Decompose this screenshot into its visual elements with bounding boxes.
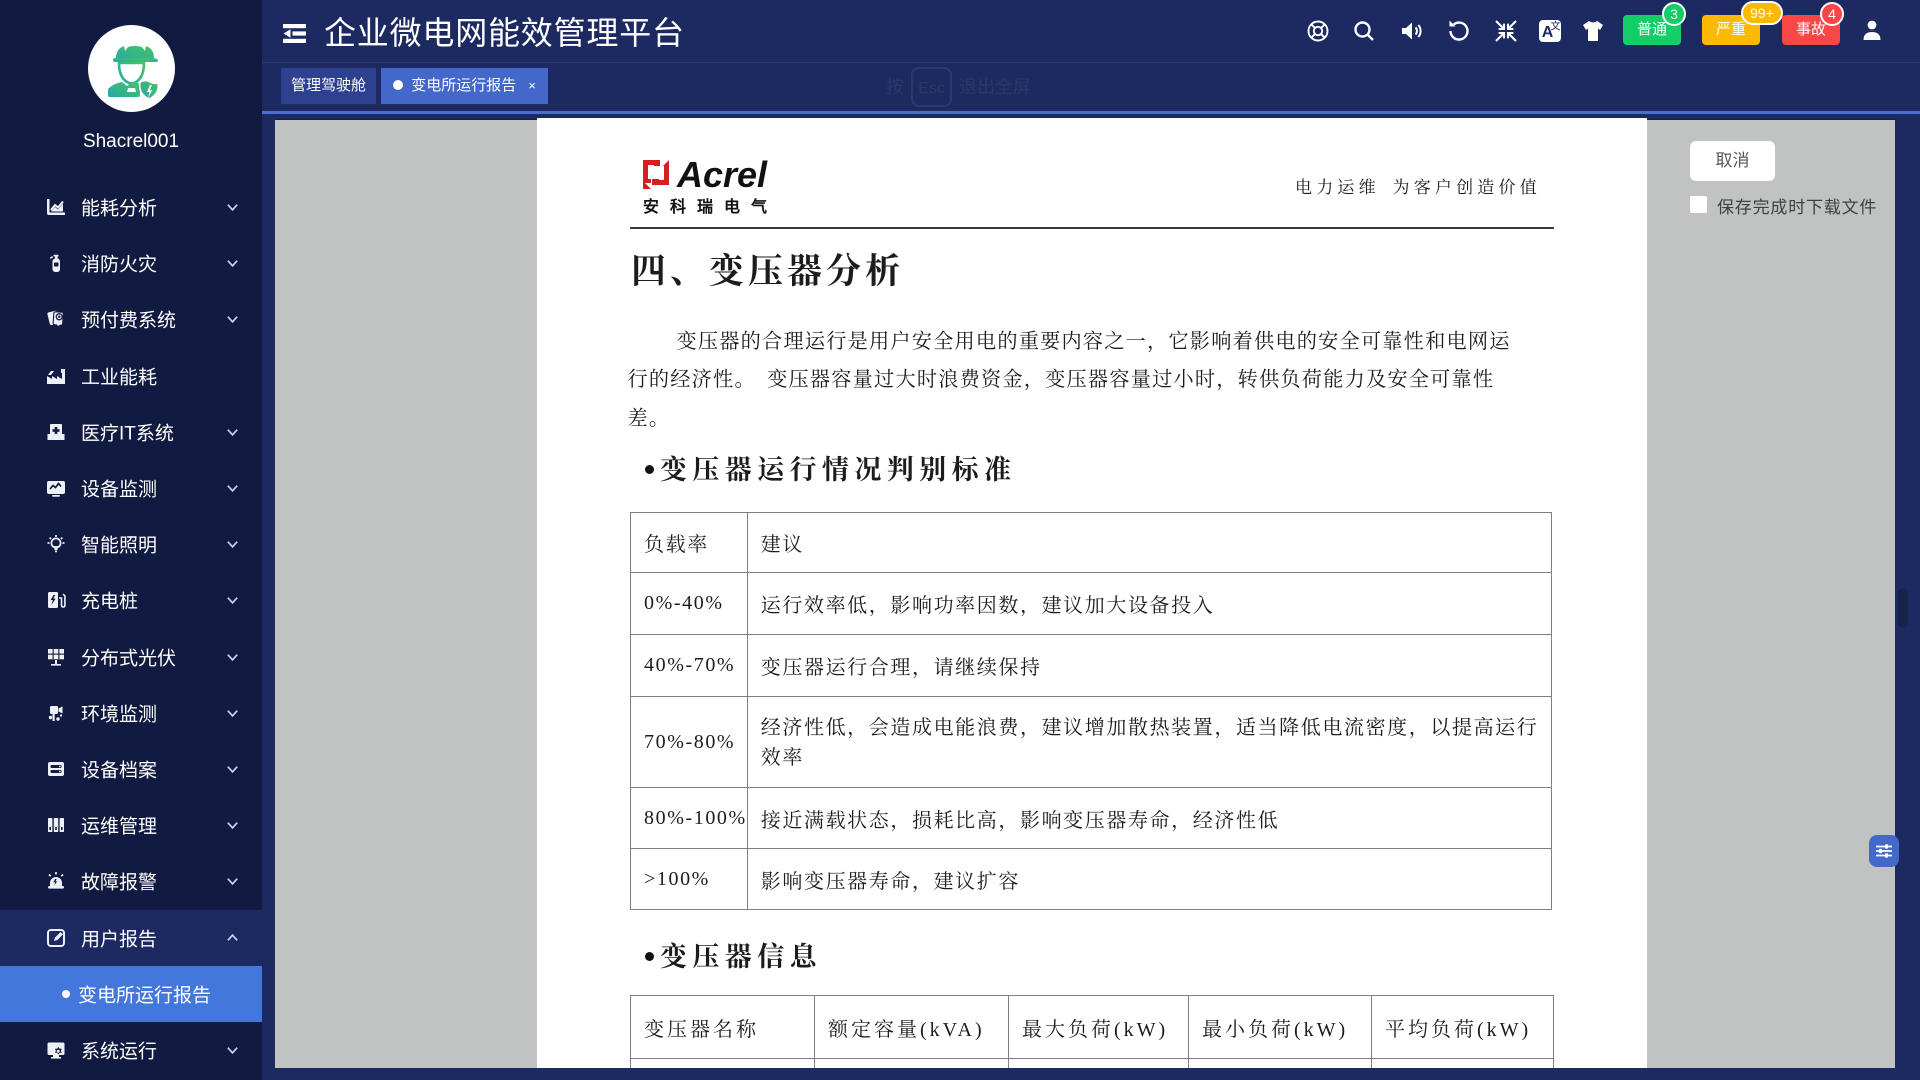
svg-text:文: 文 — [1551, 20, 1561, 33]
